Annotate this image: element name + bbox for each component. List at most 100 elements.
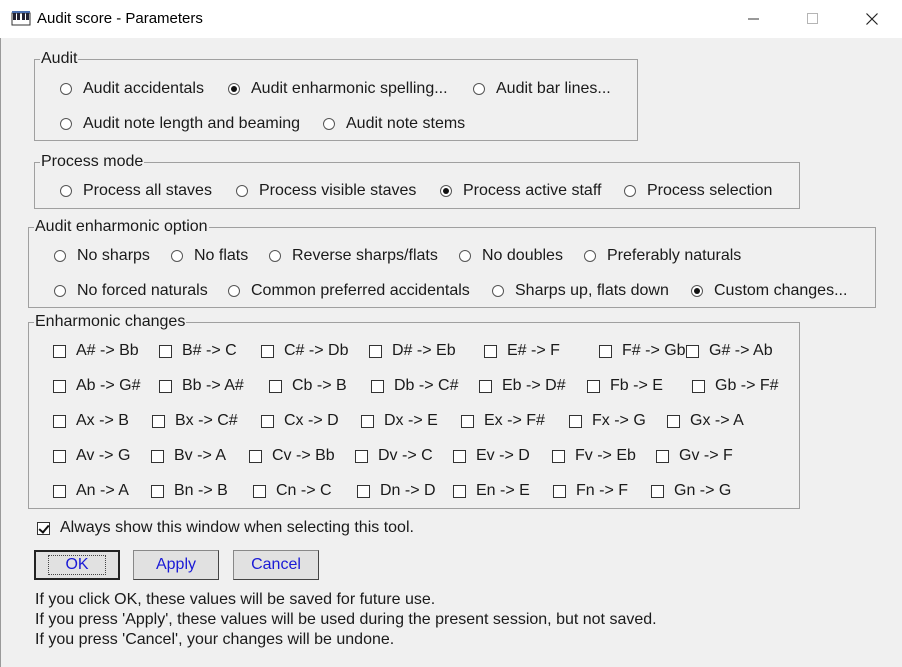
checkbox-indicator[interactable] — [261, 414, 274, 428]
checkbox-indicator[interactable] — [686, 344, 699, 358]
enharmonic-change-checkbox[interactable]: Ax -> B — [53, 411, 129, 431]
checkbox-indicator[interactable] — [53, 449, 66, 463]
checkbox-indicator[interactable] — [453, 449, 466, 463]
checkbox-indicator[interactable] — [552, 449, 565, 463]
enharmonic-change-checkbox[interactable]: Eb -> D# — [479, 376, 566, 396]
checkbox-indicator[interactable] — [151, 449, 164, 463]
checkbox-indicator[interactable] — [53, 414, 66, 428]
checkbox-indicator[interactable] — [553, 484, 566, 498]
apply-button[interactable]: Apply — [133, 550, 219, 580]
radio-reverse-sharps-flats[interactable]: Reverse sharps/flats — [269, 246, 438, 266]
enharmonic-change-checkbox[interactable]: Fb -> E — [587, 376, 663, 396]
enharmonic-change-checkbox[interactable]: Ev -> D — [453, 446, 530, 466]
checkbox-indicator[interactable] — [37, 521, 50, 535]
radio-preferably-naturals[interactable]: Preferably naturals — [584, 246, 741, 266]
checkbox-indicator[interactable] — [453, 484, 466, 498]
checkbox-indicator[interactable] — [357, 484, 370, 498]
radio-process-active-staff[interactable]: Process active staff — [440, 181, 601, 201]
checkbox-indicator[interactable] — [587, 379, 600, 393]
checkbox-indicator[interactable] — [261, 344, 274, 358]
enharmonic-change-checkbox[interactable]: Fn -> F — [553, 481, 628, 501]
enharmonic-change-checkbox[interactable]: Db -> C# — [371, 376, 458, 396]
enharmonic-change-checkbox[interactable]: B# -> C — [159, 341, 237, 361]
checkbox-indicator[interactable] — [269, 379, 282, 393]
radio-indicator[interactable] — [54, 250, 66, 262]
enharmonic-change-checkbox[interactable]: Dv -> C — [355, 446, 433, 466]
radio-indicator[interactable] — [269, 250, 281, 262]
enharmonic-change-checkbox[interactable]: D# -> Eb — [369, 341, 456, 361]
checkbox-indicator[interactable] — [253, 484, 266, 498]
radio-no-doubles[interactable]: No doubles — [459, 246, 563, 266]
radio-indicator[interactable] — [492, 285, 504, 297]
enharmonic-change-checkbox[interactable]: Bv -> A — [151, 446, 226, 466]
radio-no-forced-naturals[interactable]: No forced naturals — [54, 281, 208, 301]
enharmonic-change-checkbox[interactable]: Gv -> F — [656, 446, 733, 466]
enharmonic-change-checkbox[interactable]: Fx -> G — [569, 411, 646, 431]
radio-no-sharps[interactable]: No sharps — [54, 246, 150, 266]
radio-indicator[interactable] — [473, 83, 485, 95]
radio-common-preferred-accidentals[interactable]: Common preferred accidentals — [228, 281, 470, 301]
enharmonic-change-checkbox[interactable]: Gb -> F# — [692, 376, 779, 396]
checkbox-indicator[interactable] — [355, 449, 368, 463]
checkbox-indicator[interactable] — [599, 344, 612, 358]
enharmonic-change-checkbox[interactable]: A# -> Bb — [53, 341, 139, 361]
enharmonic-change-checkbox[interactable]: Bb -> A# — [159, 376, 244, 396]
radio-audit-note-stems[interactable]: Audit note stems — [323, 114, 465, 134]
radio-indicator[interactable] — [60, 185, 72, 197]
enharmonic-change-checkbox[interactable]: Dx -> E — [361, 411, 438, 431]
radio-indicator[interactable] — [171, 250, 183, 262]
enharmonic-change-checkbox[interactable]: Bx -> C# — [152, 411, 238, 431]
enharmonic-change-checkbox[interactable]: Dn -> D — [357, 481, 436, 501]
radio-indicator[interactable] — [54, 285, 66, 297]
checkbox-indicator[interactable] — [152, 414, 165, 428]
enharmonic-change-checkbox[interactable]: Cb -> B — [269, 376, 347, 396]
radio-process-visible-staves[interactable]: Process visible staves — [236, 181, 416, 201]
enharmonic-change-checkbox[interactable]: E# -> F — [484, 341, 560, 361]
enharmonic-change-checkbox[interactable]: Bn -> B — [151, 481, 228, 501]
radio-indicator[interactable] — [624, 185, 636, 197]
radio-audit-accidentals[interactable]: Audit accidentals — [60, 79, 204, 99]
enharmonic-change-checkbox[interactable]: Ab -> G# — [53, 376, 140, 396]
checkbox-indicator[interactable] — [361, 414, 374, 428]
radio-indicator[interactable] — [228, 83, 240, 95]
radio-custom-changes[interactable]: Custom changes... — [691, 281, 847, 301]
checkbox-indicator[interactable] — [371, 379, 384, 393]
checkbox-indicator[interactable] — [484, 344, 497, 358]
radio-indicator[interactable] — [584, 250, 596, 262]
enharmonic-change-checkbox[interactable]: Gn -> G — [651, 481, 731, 501]
enharmonic-change-checkbox[interactable]: G# -> Ab — [686, 341, 773, 361]
close-button[interactable] — [843, 0, 901, 38]
checkbox-indicator[interactable] — [656, 449, 669, 463]
radio-no-flats[interactable]: No flats — [171, 246, 248, 266]
radio-process-selection[interactable]: Process selection — [624, 181, 772, 201]
enharmonic-change-checkbox[interactable]: Av -> G — [53, 446, 130, 466]
enharmonic-change-checkbox[interactable]: Cx -> D — [261, 411, 339, 431]
checkbox-indicator[interactable] — [159, 344, 172, 358]
enharmonic-change-checkbox[interactable]: Ex -> F# — [461, 411, 545, 431]
ok-button[interactable]: OK — [34, 550, 120, 580]
radio-audit-enharmonic-spelling[interactable]: Audit enharmonic spelling... — [228, 79, 448, 99]
checkbox-indicator[interactable] — [667, 414, 680, 428]
always-show-window-checkbox[interactable]: Always show this window when selecting t… — [37, 518, 414, 538]
radio-sharps-up-flats-down[interactable]: Sharps up, flats down — [492, 281, 669, 301]
enharmonic-change-checkbox[interactable]: Cn -> C — [253, 481, 332, 501]
enharmonic-change-checkbox[interactable]: Cv -> Bb — [249, 446, 335, 466]
title-bar[interactable]: Audit score - Parameters — [0, 0, 902, 38]
maximize-button[interactable] — [784, 0, 842, 38]
minimize-button[interactable] — [725, 0, 783, 38]
enharmonic-change-checkbox[interactable]: An -> A — [53, 481, 129, 501]
enharmonic-change-checkbox[interactable]: C# -> Db — [261, 341, 348, 361]
radio-indicator[interactable] — [691, 285, 703, 297]
radio-indicator[interactable] — [323, 118, 335, 130]
enharmonic-change-checkbox[interactable]: En -> E — [453, 481, 530, 501]
radio-audit-bar-lines[interactable]: Audit bar lines... — [473, 79, 611, 99]
enharmonic-change-checkbox[interactable]: F# -> Gb — [599, 341, 686, 361]
checkbox-indicator[interactable] — [53, 484, 66, 498]
radio-indicator[interactable] — [60, 118, 72, 130]
checkbox-indicator[interactable] — [461, 414, 474, 428]
cancel-button[interactable]: Cancel — [233, 550, 319, 580]
radio-indicator[interactable] — [228, 285, 240, 297]
radio-indicator[interactable] — [459, 250, 471, 262]
radio-process-all-staves[interactable]: Process all staves — [60, 181, 212, 201]
radio-indicator[interactable] — [440, 185, 452, 197]
